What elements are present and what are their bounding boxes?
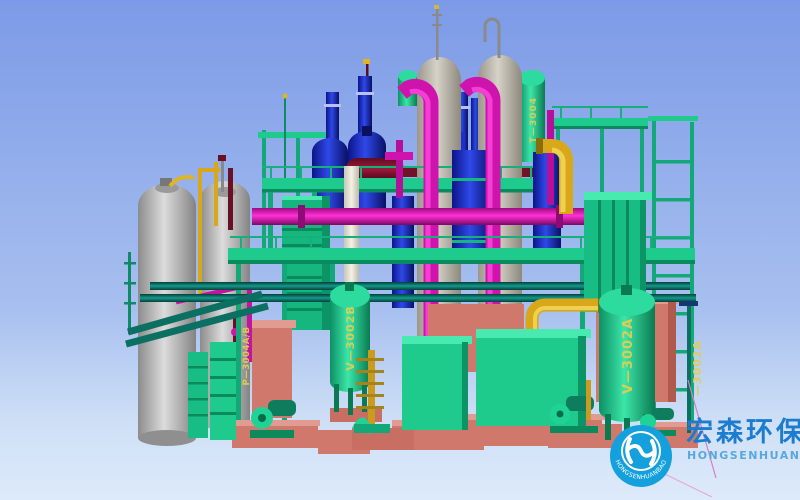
label-pole-3002A: —3002A bbox=[691, 340, 704, 396]
left-storage-tank-front bbox=[138, 177, 196, 446]
label-vessel-V3002B: V—3002B bbox=[344, 305, 357, 371]
logo-english-name: HONGSENHUANBAO bbox=[687, 449, 800, 462]
label-pump-group: P—3004A/B bbox=[242, 326, 252, 385]
company-logo: HONGSENHUANBAO bbox=[610, 425, 672, 487]
green-box-tank-1 bbox=[402, 336, 472, 430]
green-box-tank-2 bbox=[476, 329, 591, 426]
plate-stacks-bottom-left bbox=[188, 342, 236, 440]
label-column-T3004: T—3004 bbox=[529, 97, 539, 143]
logo-chinese-name: 宏森环保 bbox=[686, 416, 800, 448]
plant-render-viewport: T—3004 bbox=[0, 0, 800, 500]
plant-3d-render: T—3004 bbox=[0, 0, 800, 500]
label-vessel-V3002A: V—3002A bbox=[621, 318, 636, 394]
